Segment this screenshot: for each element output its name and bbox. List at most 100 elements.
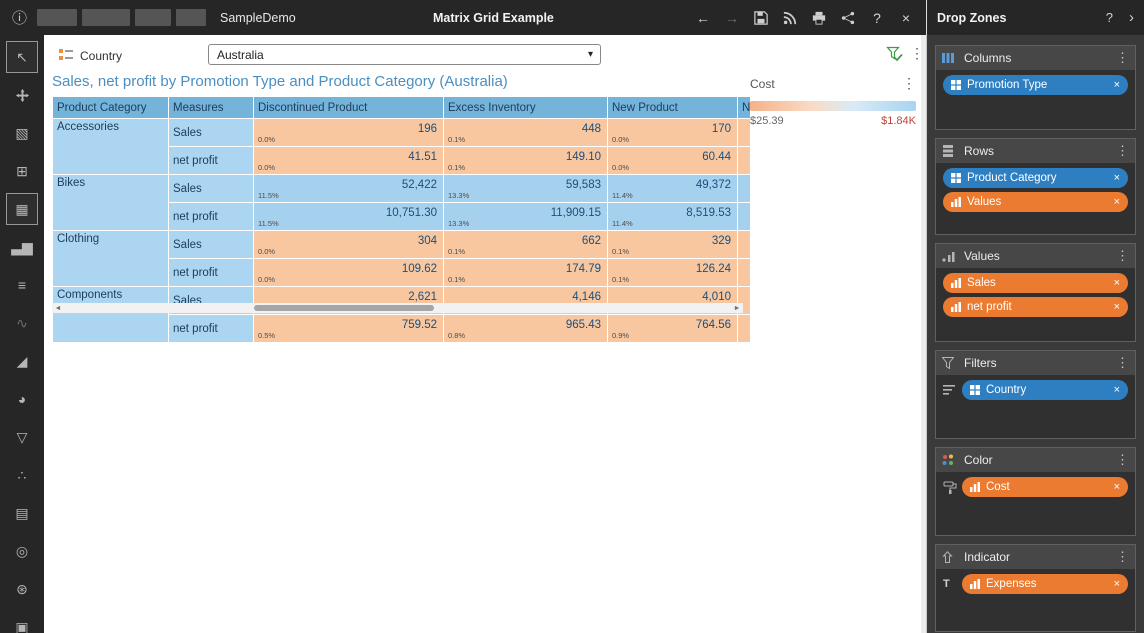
matrix-header-clipped: N	[738, 97, 751, 119]
text-icon: T	[943, 578, 962, 590]
back-icon[interactable]: ←	[695, 10, 711, 26]
chip-label: Cost	[986, 481, 1010, 493]
dropzone-indicator-title: Indicator	[964, 550, 1010, 564]
move-icon[interactable]	[6, 79, 38, 111]
matrix-value-cell: 0.8%965.43	[444, 315, 608, 343]
kebab-menu-icon[interactable]: ⋮	[902, 75, 916, 92]
save-icon[interactable]	[753, 10, 769, 26]
pointer-icon[interactable]: ↖	[6, 41, 38, 73]
matrix-value-cell: 0.0%60.44	[608, 147, 738, 175]
kebab-menu-icon[interactable]: ⋮	[1116, 143, 1129, 159]
share-icon[interactable]	[840, 10, 856, 26]
chip-expenses[interactable]: Expenses×	[962, 574, 1128, 594]
filter-label: Country	[80, 49, 122, 63]
kebab-menu-icon[interactable]: ⋮	[1116, 549, 1129, 565]
column-chart-icon[interactable]: ▃▆	[6, 231, 38, 263]
topbar-actions: ← →? ×	[695, 0, 914, 35]
help-icon[interactable]: ?	[1106, 10, 1113, 25]
remove-icon[interactable]: ×	[1114, 384, 1120, 396]
values-icon	[942, 250, 959, 262]
drop-zones-title: Drop Zones	[937, 11, 1006, 25]
remove-icon[interactable]: ×	[1114, 79, 1120, 91]
dropzone-columns[interactable]: Columns⋮ Promotion Type×	[935, 45, 1136, 130]
matrix-clipped-cell	[738, 315, 751, 343]
image-widget-icon[interactable]: ▣	[6, 611, 38, 633]
dropzone-columns-header: Columns⋮	[936, 46, 1135, 70]
filter-applied-icon[interactable]	[886, 46, 903, 62]
matrix-horizontal-scrollbar[interactable]: ◄ ►	[52, 303, 743, 313]
chevron-down-icon[interactable]: ▾	[588, 49, 593, 60]
remove-icon[interactable]: ×	[1114, 481, 1120, 493]
info-icon[interactable]: ⓘ	[12, 7, 27, 28]
category-cell: Bikes	[53, 175, 169, 231]
filter-list-icon	[943, 384, 962, 396]
dropzone-indicator[interactable]: Indicator ⋮ TExpenses×	[935, 544, 1136, 632]
print-icon[interactable]	[811, 10, 827, 26]
dropzone-filters[interactable]: Filters⋮Country×	[935, 350, 1136, 439]
dropzone-color[interactable]: Color⋮Cost×	[935, 447, 1136, 536]
remove-icon[interactable]: ×	[1114, 277, 1120, 289]
scrollbar-track[interactable]	[64, 303, 731, 313]
forward-icon[interactable]: →	[724, 10, 740, 26]
rows-icon	[942, 145, 959, 157]
funnel-chart-icon[interactable]: ▽	[6, 421, 38, 453]
country-combobox[interactable]: Australia ▾	[208, 44, 601, 65]
chip-product-category[interactable]: Product Category×	[943, 168, 1128, 188]
remove-icon[interactable]: ×	[1114, 578, 1120, 590]
topbar: ⓘ SampleDemo Matrix Grid Example ←→?×	[0, 0, 926, 35]
dropzone-values[interactable]: Values⋮Sales×net profit×	[935, 243, 1136, 342]
line-chart-icon[interactable]: ∿	[6, 307, 38, 339]
remove-icon[interactable]: ×	[1114, 301, 1120, 313]
kebab-menu-icon[interactable]: ⋮	[1116, 452, 1129, 468]
matrix-clipped-cell	[738, 259, 751, 287]
paint-roller-icon	[943, 481, 962, 494]
measure-cell: Sales	[169, 119, 254, 147]
measure-icon	[951, 302, 961, 312]
kebab-menu-icon[interactable]: ⋮	[1116, 50, 1129, 66]
indicator-icon	[942, 551, 959, 563]
app-title: SampleDemo	[220, 11, 296, 25]
scrollbar-thumb[interactable]	[254, 305, 434, 311]
chevron-right-icon[interactable]: ›	[1129, 9, 1134, 26]
chip-label: Sales	[967, 277, 996, 289]
dimension-icon	[951, 173, 961, 183]
matrix-header-cell: Measures	[169, 97, 254, 119]
dropzone-rows-header: Rows ⋮	[936, 139, 1135, 163]
chip-net-profit[interactable]: net profit×	[943, 297, 1128, 317]
pie-chart-icon[interactable]: ◕	[6, 383, 38, 415]
matrix-value-cell: 13.3%59,583	[444, 175, 608, 203]
country-filter-icon	[58, 48, 74, 62]
matrix-grid-icon[interactable]: ▦	[6, 193, 38, 225]
help-icon[interactable]: ?	[869, 10, 885, 26]
chip-sales[interactable]: Sales ×	[943, 273, 1128, 293]
dropzone-values-header: Values⋮	[936, 244, 1135, 268]
matrix-value-cell: 0.1%126.24	[608, 259, 738, 287]
cost-legend: Cost ⋮ $25.39 $1.84K	[750, 75, 916, 127]
chip-promotion-type[interactable]: Promotion Type×	[943, 75, 1128, 95]
treemap-icon[interactable]: ▤	[6, 497, 38, 529]
scroll-left-icon[interactable]: ◄	[52, 305, 64, 312]
legend-title: Cost	[750, 77, 775, 91]
scatter-chart-icon[interactable]: ∴	[6, 459, 38, 491]
map-icon[interactable]: ⊛	[6, 573, 38, 605]
scroll-right-icon[interactable]: ►	[731, 305, 743, 312]
chip-values[interactable]: Values×	[943, 192, 1128, 212]
dropzone-rows[interactable]: Rows ⋮ Product Category× Values×	[935, 138, 1136, 235]
close-icon[interactable]: ×	[898, 10, 914, 26]
dropzone-indicator-header: Indicator ⋮	[936, 545, 1135, 569]
chip-cost[interactable]: Cost ×	[962, 477, 1128, 497]
radial-gauge-icon[interactable]: ◎	[6, 535, 38, 567]
chip-country[interactable]: Country×	[962, 380, 1128, 400]
publish-icon[interactable]	[782, 10, 798, 26]
legend-min-label: $25.39	[750, 115, 784, 127]
area-chart-icon[interactable]: ◢	[6, 345, 38, 377]
marquee-select-icon[interactable]: ▧	[6, 117, 38, 149]
remove-icon[interactable]: ×	[1114, 172, 1120, 184]
bar-chart-icon[interactable]: ≡	[6, 269, 38, 301]
kebab-menu-icon[interactable]: ⋮	[1116, 355, 1129, 371]
resize-icon[interactable]: ⊞	[6, 155, 38, 187]
matrix-value-cell: 0.0%196	[254, 119, 444, 147]
remove-icon[interactable]: ×	[1114, 196, 1120, 208]
dropzone-rows-title: Rows	[964, 144, 994, 158]
kebab-menu-icon[interactable]: ⋮	[1116, 248, 1129, 264]
